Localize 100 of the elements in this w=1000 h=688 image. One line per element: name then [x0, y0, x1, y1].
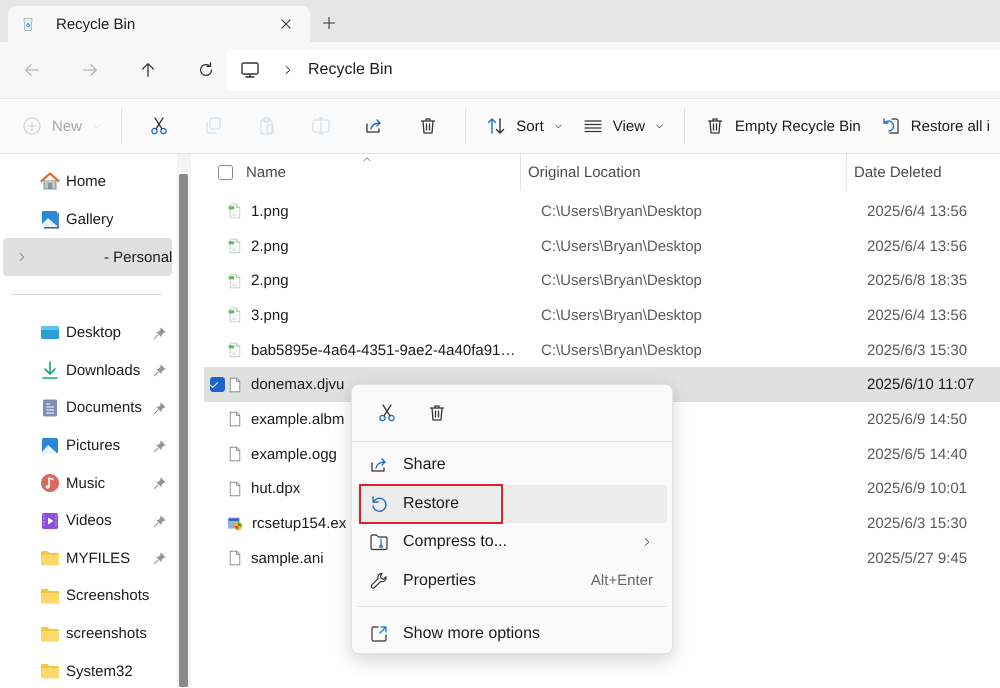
date-deleted: 2025/6/9 10:01: [867, 480, 968, 498]
sort-icon: [486, 116, 506, 136]
pin-icon: [153, 551, 168, 566]
image-file-icon: [227, 272, 243, 289]
monitor-icon: [240, 60, 260, 80]
file-name: rcsetup154.ex: [252, 515, 346, 532]
date-deleted: 2025/6/10 11:07: [867, 376, 974, 394]
highlight-box: Restore: [361, 486, 502, 522]
file-name: example.ogg: [251, 446, 337, 463]
file-name: bab5895e-4a64-4351-9ae2-4a40fa91…: [251, 342, 516, 359]
forward-arrow-icon: [81, 61, 99, 79]
pin-icon: [153, 326, 168, 340]
keyboard-shortcut: Alt+Enter: [590, 572, 653, 590]
folder-icon: [40, 661, 60, 682]
file-name: 3.png: [251, 306, 289, 324]
blank-file-icon: [227, 376, 243, 393]
pin-icon: [153, 400, 168, 415]
original-location: C:\Users\Bryan\Desktop: [541, 238, 702, 255]
browser-tab[interactable]: Recycle Bin: [8, 6, 310, 42]
file-name: hut.dpx: [251, 480, 300, 498]
sidebar-item[interactable]: System32: [0, 652, 178, 688]
select-all-checkbox[interactable]: [218, 164, 233, 180]
address-bar[interactable]: Recycle Bin: [226, 49, 1000, 91]
toolbar-button[interactable]: Sort: [476, 108, 573, 144]
original-location: C:\Users\Bryan\Desktop: [541, 272, 702, 290]
refresh-icon: [197, 61, 215, 79]
document-icon: [40, 398, 60, 418]
image-file-icon: [227, 238, 243, 254]
file-name: 2.png: [251, 272, 289, 290]
sidebar-item[interactable]: MYFILES: [0, 540, 178, 578]
row-checkbox[interactable]: [210, 377, 225, 392]
toolbar-button[interactable]: View: [572, 108, 674, 144]
date-deleted: 2025/6/8 18:35: [867, 272, 968, 290]
breadcrumb[interactable]: Recycle Bin: [308, 61, 392, 79]
image-file-icon: [227, 203, 243, 220]
back-arrow-icon: [23, 61, 41, 79]
picture-icon: [40, 209, 60, 229]
house-icon: [40, 171, 60, 191]
date-deleted: 2025/6/3 15:30: [867, 342, 968, 359]
scrollbar-thumb[interactable]: [179, 174, 188, 687]
rename-icon: [310, 116, 331, 136]
menu-item[interactable]: Properties Alt+Enter: [357, 562, 667, 600]
column-header[interactable]: Date Deleted: [854, 164, 942, 180]
menu-item[interactable]: Restore: [357, 484, 667, 523]
open-external-icon: [369, 624, 389, 644]
zip-folder-icon: [369, 532, 389, 552]
up-arrow-icon: [139, 61, 157, 79]
pin-icon: [153, 514, 168, 528]
sidebar-item[interactable]: Pictures: [0, 426, 178, 464]
date-deleted: 2025/5/27 9:45: [867, 550, 968, 567]
music-note-icon: [40, 473, 60, 494]
sidebar-item[interactable]: - Personal: [3, 238, 172, 276]
pin-icon: [153, 438, 168, 453]
file-name: sample.ani: [251, 550, 324, 567]
sidebar-item[interactable]: Downloads: [0, 352, 178, 390]
sidebar-item[interactable]: Music: [0, 464, 178, 502]
toolbar-button[interactable]: Empty Recycle Bin: [694, 108, 871, 144]
restore-icon: [880, 116, 901, 136]
setup-program-icon: [227, 515, 244, 532]
sidebar-item[interactable]: Gallery: [0, 200, 178, 238]
image-file-icon: [227, 307, 243, 324]
original-location: C:\Users\Bryan\Desktop: [541, 342, 702, 359]
sidebar-item[interactable]: Desktop: [0, 314, 178, 352]
file-name: example.albm: [251, 410, 344, 428]
menu-item[interactable]: Compress to...: [357, 523, 667, 562]
blank-file-icon: [227, 411, 243, 428]
sidebar-item[interactable]: screenshots: [0, 614, 178, 652]
pin-icon: [153, 363, 168, 378]
date-deleted: 2025/6/4 13:56: [867, 238, 968, 255]
wrench-icon: [369, 570, 389, 591]
original-location: C:\Users\Bryan\Desktop: [541, 306, 702, 324]
image-file-icon: [227, 342, 243, 358]
original-location: C:\Users\Bryan\Desktop: [541, 202, 702, 220]
date-deleted: 2025/6/5 14:40: [867, 446, 968, 463]
picture-icon: [40, 436, 60, 456]
sidebar-item[interactable]: Videos: [0, 502, 178, 540]
tab-title: Recycle Bin: [56, 16, 136, 32]
pin-icon: [153, 476, 168, 490]
column-header[interactable]: Original Location: [528, 164, 641, 180]
plus-icon: [321, 15, 337, 31]
scissors-icon: [377, 403, 397, 423]
blank-file-icon: [227, 446, 243, 462]
sort-ascending-icon: [362, 156, 372, 162]
date-deleted: 2025/6/4 13:56: [867, 306, 968, 324]
menu-item[interactable]: Share: [357, 446, 667, 484]
blank-file-icon: [227, 480, 243, 497]
file-name: 2.png: [251, 238, 289, 255]
column-header[interactable]: Name: [246, 164, 286, 180]
scissors-icon: [148, 116, 169, 136]
date-deleted: 2025/6/4 13:56: [867, 202, 968, 220]
video-icon: [40, 510, 60, 531]
menu-item[interactable]: Show more options: [357, 615, 667, 654]
date-deleted: 2025/6/3 15:30: [867, 515, 968, 532]
sidebar-item[interactable]: Screenshots: [0, 577, 178, 615]
sidebar-item[interactable]: Home: [0, 162, 178, 200]
sidebar-item[interactable]: Documents: [0, 389, 178, 427]
file-name: donemax.djvu: [251, 376, 344, 394]
trash-icon: [427, 403, 447, 423]
toolbar-button[interactable]: Restore all i: [870, 108, 1000, 144]
blank-file-icon: [227, 550, 243, 566]
